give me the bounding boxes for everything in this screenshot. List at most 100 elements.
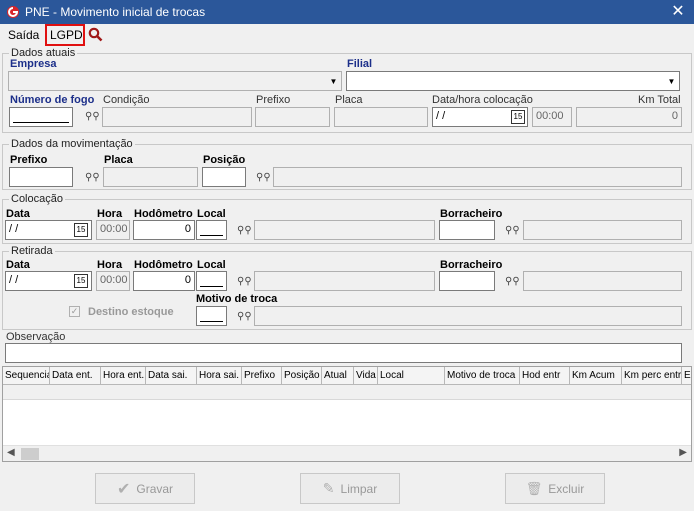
destino-estoque-checkbox[interactable]: ✓ (69, 306, 80, 317)
colocacao-data-label: Data (6, 208, 30, 220)
broom-icon: ✎ (322, 480, 335, 496)
column-header[interactable]: Hora sai. (197, 367, 242, 385)
check-icon: ✔ (116, 480, 131, 498)
observacao-label: Observação (6, 331, 66, 343)
chevron-down-icon: ▼ (667, 76, 676, 86)
filial-label: Filial (347, 58, 373, 70)
column-header[interactable]: Vida (354, 367, 378, 385)
retirada-hora-field: 00:00 (96, 271, 130, 291)
binoculars-icon[interactable]: ⚲⚲ (237, 311, 252, 323)
column-header[interactable]: Km perc entr (622, 367, 682, 385)
retirada-local-input[interactable] (196, 271, 227, 291)
prefixo-mov-input[interactable] (9, 167, 73, 187)
limpar-button[interactable]: ✎ Limpar (300, 473, 400, 504)
column-header[interactable]: Local (378, 367, 445, 385)
numero-fogo-input[interactable] (9, 107, 73, 127)
column-header[interactable]: Data ent. (50, 367, 101, 385)
prefixo-atual-field (255, 107, 330, 127)
column-header[interactable]: Prefixo (242, 367, 282, 385)
binoculars-icon[interactable]: ⚲⚲ (505, 276, 520, 288)
colocacao-hodometro-input[interactable]: 0 (133, 220, 195, 240)
colocacao-borracheiro-input[interactable] (439, 220, 495, 240)
colocacao-hora-field: 00:00 (96, 220, 130, 240)
column-header[interactable]: Sequencia (3, 367, 50, 385)
colocacao-borracheiro-label: Borracheiro (440, 208, 503, 220)
calendar-icon[interactable]: 15 (511, 110, 525, 124)
filial-select[interactable]: ▼ (346, 71, 680, 91)
search-icon[interactable] (88, 27, 103, 42)
retirada-borracheiro-descricao (523, 271, 682, 291)
column-header[interactable]: Motivo de troca (445, 367, 520, 385)
column-header[interactable]: Km Acum (570, 367, 622, 385)
dados-movimentacao-legend: Dados da movimentação (9, 138, 135, 150)
hora-colocacao-field: 00:00 (532, 107, 572, 127)
colocacao-local-descricao (254, 220, 435, 240)
calendar-icon[interactable]: 15 (74, 274, 88, 288)
prefixo-mov-label: Prefixo (10, 154, 48, 166)
column-header[interactable]: Hod entr (520, 367, 570, 385)
colocacao-hodometro-value: 0 (184, 223, 191, 235)
posicao-descricao-field (273, 167, 682, 187)
retirada-data-value: / / (9, 274, 19, 286)
retirada-data-label: Data (6, 259, 30, 271)
retirada-borracheiro-input[interactable] (439, 271, 495, 291)
binoculars-icon[interactable]: ⚲⚲ (85, 172, 100, 184)
colocacao-hodometro-label: Hodômetro (134, 208, 193, 220)
column-header[interactable]: Hora ent. (101, 367, 146, 385)
column-header[interactable]: Atual (322, 367, 354, 385)
gravar-button[interactable]: ✔ Gravar (95, 473, 195, 504)
condicao-field (102, 107, 252, 127)
table-row[interactable] (3, 385, 691, 400)
placa-mov-field (103, 167, 198, 187)
column-header[interactable]: Posição (282, 367, 322, 385)
motivo-troca-input[interactable] (196, 306, 227, 326)
retirada-hora-value: 00:00 (100, 274, 128, 286)
horizontal-scrollbar[interactable]: ◀ ▶ (3, 445, 691, 461)
retirada-hodometro-label: Hodômetro (134, 259, 193, 271)
hora-colocacao-value: 00:00 (536, 110, 564, 122)
colocacao-local-input[interactable] (196, 220, 227, 240)
binoculars-icon[interactable]: ⚲⚲ (256, 172, 271, 184)
km-total-field: 0 (576, 107, 682, 127)
scrollbar-thumb[interactable] (21, 448, 39, 460)
calendar-icon[interactable]: 15 (74, 223, 88, 237)
colocacao-local-label: Local (197, 208, 226, 220)
empresa-select[interactable]: ▼ (8, 71, 342, 91)
window-title: PNE - Movimento inicial de trocas (25, 5, 206, 19)
colocacao-data-value: / / (9, 223, 19, 235)
retirada-hodometro-input[interactable]: 0 (133, 271, 195, 291)
placa-mov-label: Placa (104, 154, 133, 166)
chevron-left-icon[interactable]: ◀ (7, 447, 15, 458)
retirada-local-label: Local (197, 259, 226, 271)
posicao-mov-input[interactable] (202, 167, 246, 187)
prefixo-atual-label: Prefixo (256, 94, 291, 106)
posicao-mov-label: Posição (203, 154, 246, 166)
empresa-label: Empresa (10, 58, 57, 70)
binoculars-icon[interactable]: ⚲⚲ (85, 111, 100, 123)
binoculars-icon[interactable]: ⚲⚲ (505, 225, 520, 237)
placa-atual-field (334, 107, 428, 127)
menu-lgpd[interactable]: LGPD (50, 28, 83, 42)
menu-saida[interactable]: Saída (8, 28, 39, 42)
column-header[interactable]: Data sai. (146, 367, 197, 385)
table-header: Sequencia Data ent. Hora ent. Data sai. … (3, 367, 691, 385)
chevron-right-icon[interactable]: ▶ (679, 447, 687, 458)
retirada-hora-label: Hora (97, 259, 123, 271)
data-colocacao-value: / / (436, 110, 446, 122)
column-header[interactable]: E (682, 367, 692, 385)
binoculars-icon[interactable]: ⚲⚲ (237, 225, 252, 237)
colocacao-legend: Colocação (9, 193, 65, 205)
binoculars-icon[interactable]: ⚲⚲ (237, 276, 252, 288)
observacao-input[interactable] (5, 343, 682, 363)
title-bar: PNE - Movimento inicial de trocas ✕ (0, 0, 694, 24)
retirada-legend: Retirada (9, 245, 55, 257)
colocacao-hora-value: 00:00 (100, 223, 128, 235)
excluir-button[interactable]: 🗑 Excluir (505, 473, 605, 504)
retirada-hodometro-value: 0 (184, 274, 191, 286)
limpar-label: Limpar (340, 481, 378, 496)
gravar-label: Gravar (136, 481, 174, 496)
placa-atual-label: Placa (335, 94, 363, 106)
trocas-table[interactable]: Sequencia Data ent. Hora ent. Data sai. … (2, 366, 692, 462)
km-total-value: 0 (671, 110, 678, 122)
close-icon[interactable]: ✕ (668, 2, 688, 22)
